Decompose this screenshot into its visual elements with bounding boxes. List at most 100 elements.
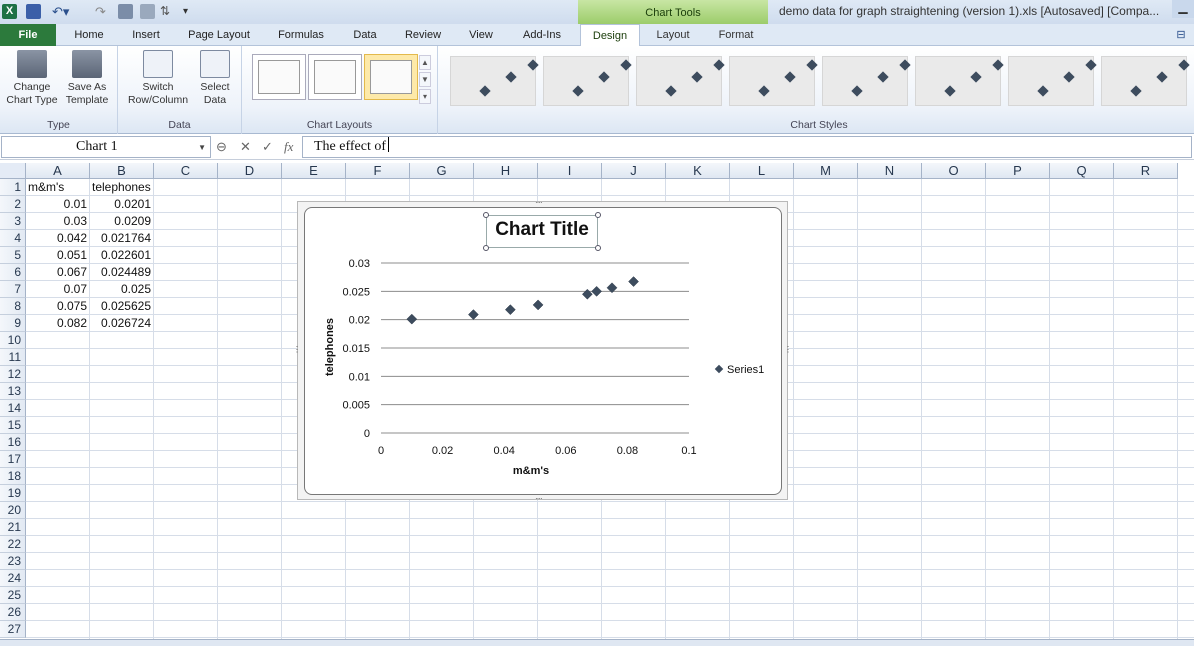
cell-b7[interactable]: 0.025 [90,281,154,298]
tab-format[interactable]: Format [712,24,760,46]
tab-design[interactable]: Design [580,24,640,47]
switch-row-column-button[interactable]: Switch Row/Column [124,50,192,107]
row-header-7[interactable]: 7 [0,281,26,298]
cell-a5[interactable]: 0.051 [26,247,90,264]
name-box[interactable]: Chart 1 ▼ [1,136,211,158]
chart-style-5[interactable] [822,56,911,106]
column-header-f[interactable]: F [346,163,410,179]
column-header-o[interactable]: O [922,163,986,179]
title-handle[interactable] [595,212,601,218]
select-data-button[interactable]: Select Data [190,50,240,107]
cell-b1[interactable]: telephones [92,179,172,196]
row-header-22[interactable]: 22 [0,536,26,553]
row-header-3[interactable]: 3 [0,213,26,230]
column-header-k[interactable]: K [666,163,730,179]
resize-handle-left[interactable]: ⋮ [293,345,301,354]
change-chart-type-button[interactable]: Change Chart Type [6,50,58,107]
cell-b4[interactable]: 0.021764 [90,230,154,247]
column-header-h[interactable]: H [474,163,538,179]
customize-toolbar-icon[interactable]: ▾ [183,4,198,19]
formula-bar-handle-icon[interactable]: ⊖ [216,139,227,155]
title-handle[interactable] [483,212,489,218]
resize-handle-bottom[interactable]: ···· [535,494,543,503]
cell-b5[interactable]: 0.022601 [90,247,154,264]
column-header-l[interactable]: L [730,163,794,179]
chart-layout-3[interactable] [364,54,418,100]
column-header-b[interactable]: B [90,163,154,179]
cell-b8[interactable]: 0.025625 [90,298,154,315]
chart-style-7[interactable] [1008,56,1097,106]
chart-layout-1[interactable] [252,54,306,100]
row-header-2[interactable]: 2 [0,196,26,213]
tab-review[interactable]: Review [400,24,446,46]
row-header-27[interactable]: 27 [0,621,26,638]
row-header-26[interactable]: 26 [0,604,26,621]
column-header-i[interactable]: I [538,163,602,179]
cell-a6[interactable]: 0.067 [26,264,90,281]
cell-a2[interactable]: 0.01 [26,196,90,213]
cell-a8[interactable]: 0.075 [26,298,90,315]
column-header-p[interactable]: P [986,163,1050,179]
row-header-17[interactable]: 17 [0,451,26,468]
cell-a9[interactable]: 0.082 [26,315,90,332]
tab-add-ins[interactable]: Add-Ins [516,24,568,46]
save-icon[interactable] [26,4,41,19]
column-header-m[interactable]: M [794,163,858,179]
column-header-c[interactable]: C [154,163,218,179]
row-header-10[interactable]: 10 [0,332,26,349]
row-header-16[interactable]: 16 [0,434,26,451]
chart-style-2[interactable] [543,56,632,106]
chart-style-6[interactable] [915,56,1004,106]
tab-formulas[interactable]: Formulas [272,24,330,46]
column-header-r[interactable]: R [1114,163,1178,179]
column-header-d[interactable]: D [218,163,282,179]
chart-plot[interactable]: 0 0.005 0.01 0.015 0.02 0.025 0.03 0 0.02 0.04 0.0… [304,207,782,495]
print-preview-icon[interactable] [140,4,155,19]
column-header-q[interactable]: Q [1050,163,1114,179]
insert-function-icon[interactable]: fx [284,139,293,155]
row-header-19[interactable]: 19 [0,485,26,502]
tab-layout[interactable]: Layout [650,24,696,46]
row-header-4[interactable]: 4 [0,230,26,247]
chart-title[interactable]: Chart Title [486,219,598,241]
row-header-15[interactable]: 15 [0,417,26,434]
print-icon[interactable] [118,4,133,19]
chart-layout-2[interactable] [308,54,362,100]
column-header-g[interactable]: G [410,163,474,179]
help-icon[interactable]: ⊟ [1170,24,1192,46]
column-header-a[interactable]: A [26,163,90,179]
chart-legend[interactable]: Series1 [714,364,764,376]
cell-b6[interactable]: 0.024489 [90,264,154,281]
save-as-template-button[interactable]: Save As Template [61,50,113,107]
row-header-11[interactable]: 11 [0,349,26,366]
row-header-5[interactable]: 5 [0,247,26,264]
column-header-j[interactable]: J [602,163,666,179]
chart-style-3[interactable] [636,56,725,106]
row-header-20[interactable]: 20 [0,502,26,519]
cell-a4[interactable]: 0.042 [26,230,90,247]
cell-b9[interactable]: 0.026724 [90,315,154,332]
row-header-14[interactable]: 14 [0,400,26,417]
row-header-13[interactable]: 13 [0,383,26,400]
tab-file[interactable]: File [0,24,56,46]
sort-icon[interactable]: ⇅ [160,4,175,19]
title-handle[interactable] [595,245,601,251]
row-header-23[interactable]: 23 [0,553,26,570]
title-handle[interactable] [483,245,489,251]
cell-b2[interactable]: 0.0201 [90,196,154,213]
row-header-21[interactable]: 21 [0,519,26,536]
row-header-24[interactable]: 24 [0,570,26,587]
formula-input[interactable]: The effect of [302,136,1192,158]
tab-view[interactable]: View [464,24,498,46]
row-header-8[interactable]: 8 [0,298,26,315]
layout-scroll-down-icon[interactable]: ▼ [419,72,431,87]
enter-icon[interactable]: ✓ [262,139,273,155]
sheet-tabs-bar[interactable] [0,639,1194,646]
tab-data[interactable]: Data [348,24,382,46]
chart-style-4[interactable] [729,56,818,106]
minimize-icon[interactable]: ▁ [1172,0,1194,18]
excel-logo-icon[interactable]: X [2,4,17,19]
chart-style-1[interactable] [450,56,539,106]
cell-a3[interactable]: 0.03 [26,213,90,230]
layout-more-icon[interactable]: ▾ [419,89,431,104]
